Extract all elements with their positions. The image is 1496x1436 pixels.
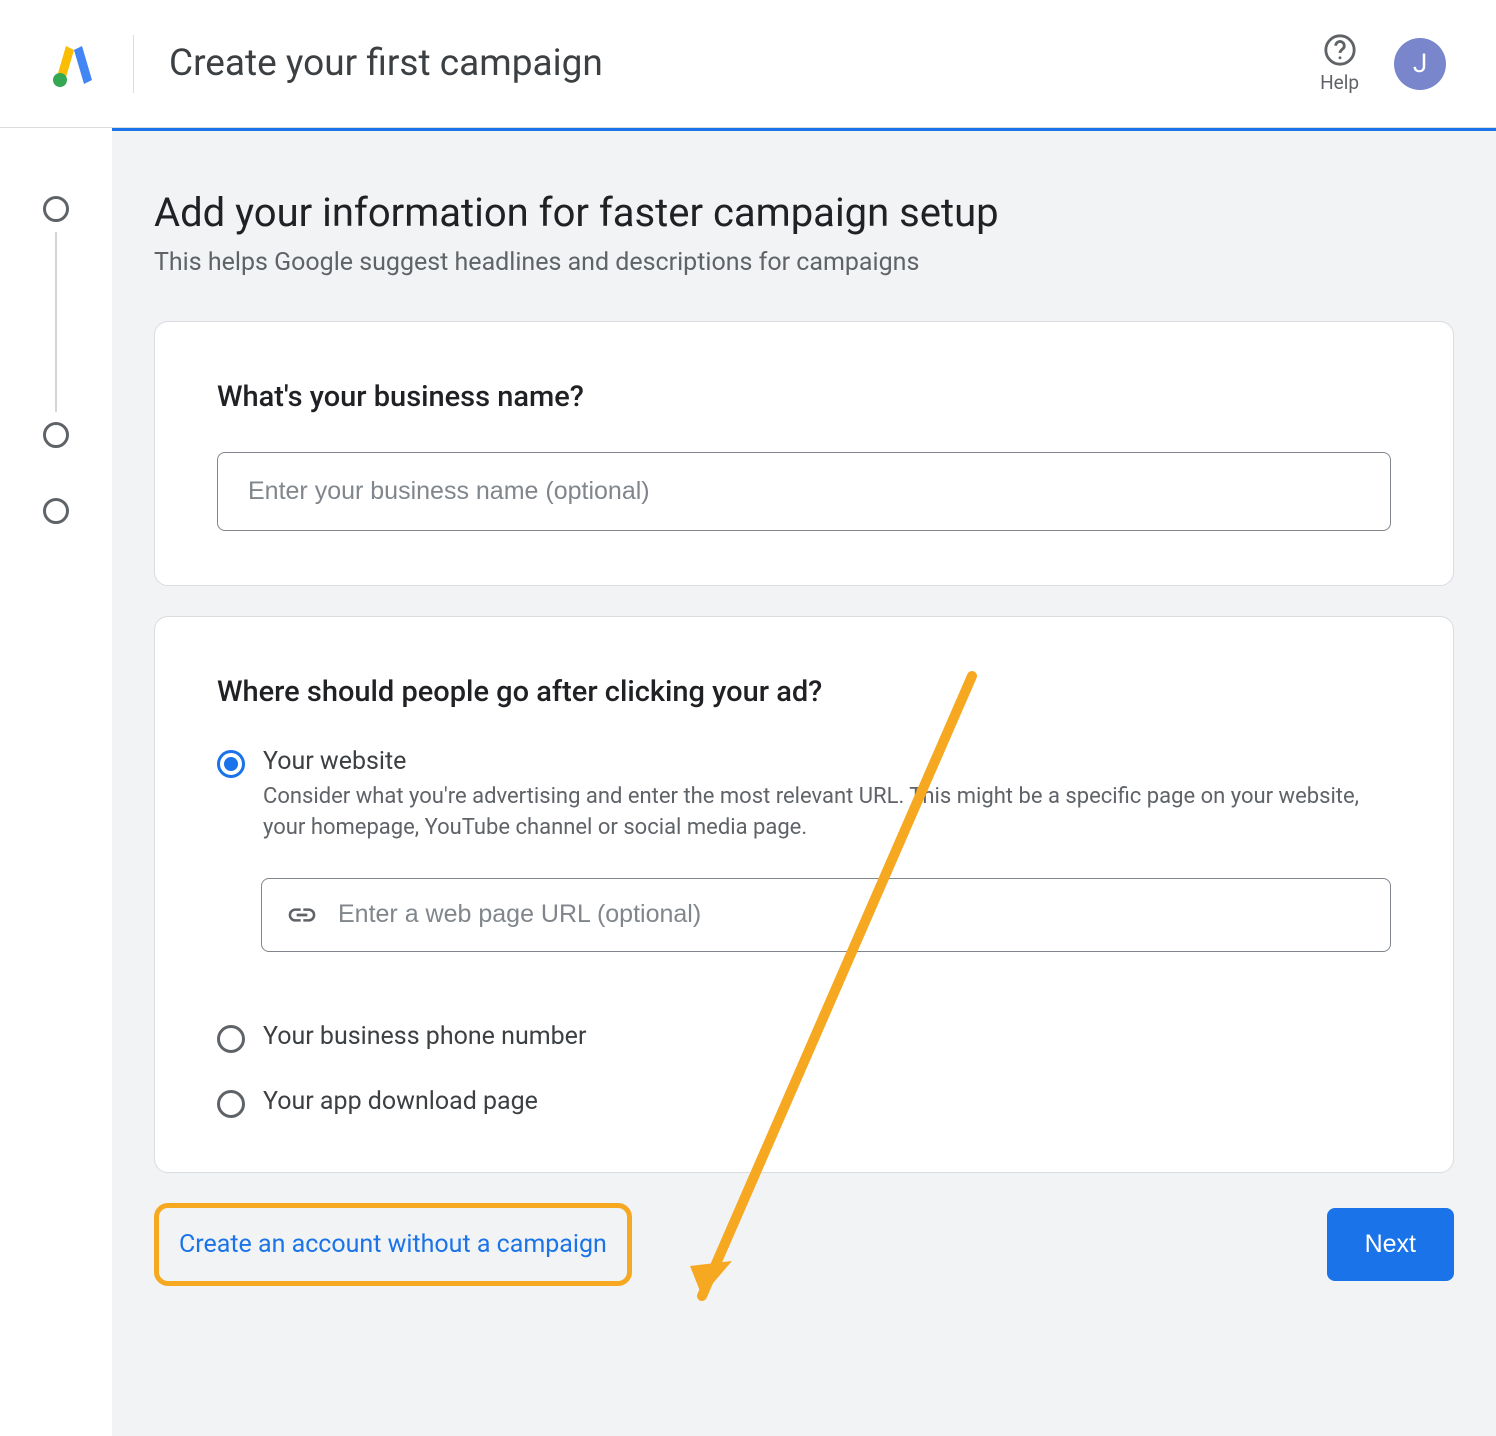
business-name-title: What's your business name? <box>217 380 1391 414</box>
avatar-initial: J <box>1413 49 1427 79</box>
step-1-indicator <box>43 196 69 222</box>
radio-button-website[interactable] <box>217 750 245 778</box>
sub-heading: This helps Google suggest headlines and … <box>154 248 1454 277</box>
help-button[interactable]: Help <box>1320 33 1359 94</box>
body-area: Add your information for faster campaign… <box>0 128 1496 1436</box>
radio-option-phone[interactable]: Your business phone number <box>217 1022 1391 1053</box>
radio-option-app[interactable]: Your app download page <box>217 1087 1391 1118</box>
radio-label-phone: Your business phone number <box>263 1022 586 1051</box>
header-right: Help J <box>1320 33 1446 94</box>
footer-row: Create an account without a campaign Nex… <box>154 1203 1454 1286</box>
help-icon <box>1323 33 1357 67</box>
radio-selected-dot <box>224 757 238 771</box>
avatar[interactable]: J <box>1394 38 1446 90</box>
main-heading: Add your information for faster campaign… <box>154 189 1454 236</box>
step-2-indicator <box>43 422 69 448</box>
content-panel: Add your information for faster campaign… <box>112 128 1496 1436</box>
step-connector <box>55 232 57 412</box>
progress-stepper <box>0 128 112 1436</box>
radio-label-website: Your website <box>263 747 1391 776</box>
radio-content: Your website Consider what you're advert… <box>263 747 1391 844</box>
header-divider <box>133 35 134 93</box>
help-label: Help <box>1320 71 1359 94</box>
url-input[interactable] <box>338 900 1366 929</box>
next-button[interactable]: Next <box>1327 1208 1454 1281</box>
page-title: Create your first campaign <box>169 42 603 85</box>
skip-campaign-link[interactable]: Create an account without a campaign <box>154 1203 632 1286</box>
radio-option-website[interactable]: Your website Consider what you're advert… <box>217 747 1391 844</box>
header-left: Create your first campaign <box>50 35 603 93</box>
link-icon <box>286 899 318 931</box>
radio-label-app: Your app download page <box>263 1087 538 1116</box>
business-name-input[interactable] <box>217 452 1391 531</box>
radio-button-phone[interactable] <box>217 1025 245 1053</box>
business-name-card: What's your business name? <box>154 321 1454 586</box>
destination-card: Where should people go after clicking yo… <box>154 616 1454 1173</box>
destination-title: Where should people go after clicking yo… <box>217 675 1391 709</box>
url-input-wrap[interactable] <box>261 878 1391 952</box>
radio-button-app[interactable] <box>217 1090 245 1118</box>
google-ads-logo-icon <box>50 40 98 88</box>
step-3-indicator <box>43 498 69 524</box>
radio-group-rest: Your business phone number Your app down… <box>217 1022 1391 1118</box>
app-header: Create your first campaign Help J <box>0 0 1496 128</box>
radio-desc-website: Consider what you're advertising and ent… <box>263 782 1391 844</box>
